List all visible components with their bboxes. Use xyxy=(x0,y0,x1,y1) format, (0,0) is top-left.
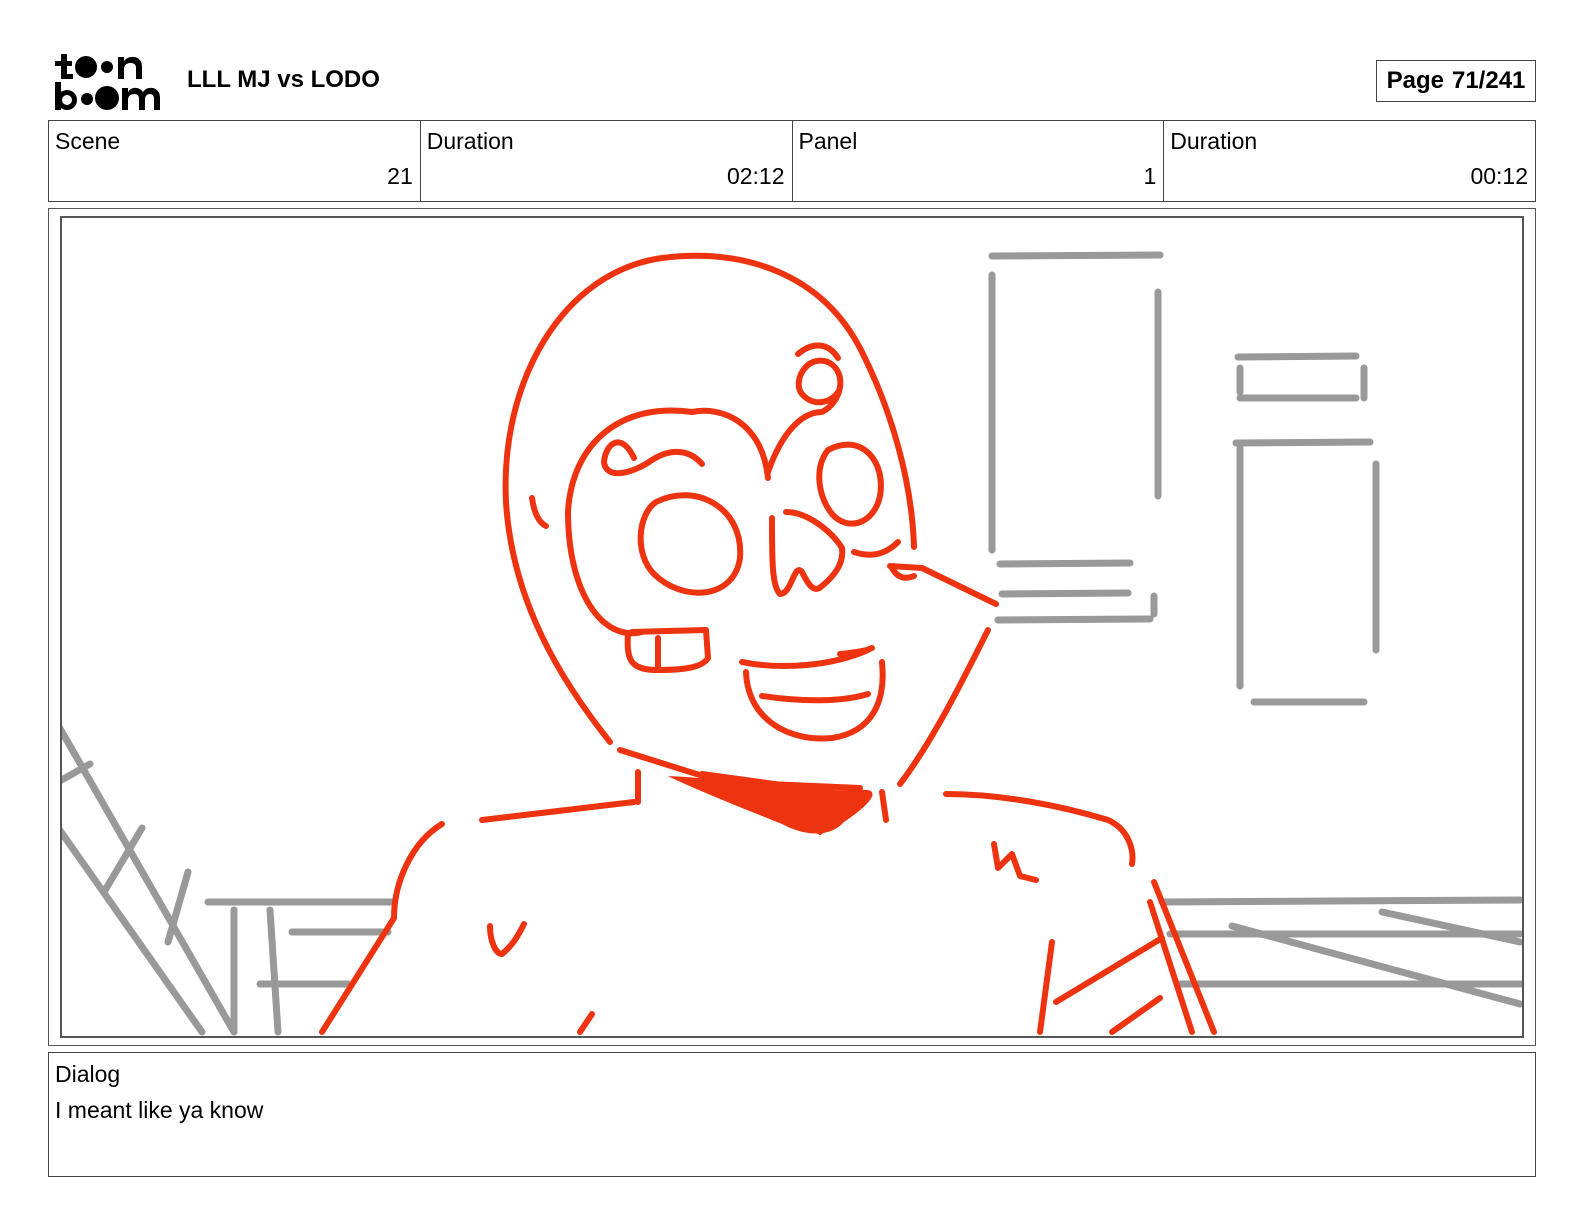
panel-duration-value: 00:12 xyxy=(1470,163,1528,189)
page-label: Page xyxy=(1386,67,1444,94)
scene-cell: Scene 21 xyxy=(49,121,421,201)
panel-cell: Panel 1 xyxy=(793,121,1165,201)
panel-duration-label: Duration xyxy=(1170,128,1258,154)
panel-label: Panel xyxy=(798,128,858,154)
scene-label: Scene xyxy=(55,128,121,154)
scene-duration-cell: Duration 02:12 xyxy=(421,121,793,201)
toon-boom-logo xyxy=(52,52,164,112)
storyboard-sketch xyxy=(62,251,1522,1036)
dialog-label: Dialog xyxy=(55,1061,121,1087)
scene-duration-value: 02:12 xyxy=(726,163,785,189)
character-sketch xyxy=(319,252,1217,1035)
scene-duration-label: Duration xyxy=(426,128,514,154)
dialog-text: I meant like ya know xyxy=(55,1097,264,1123)
page-indicator: Page 71/241 xyxy=(1376,60,1536,102)
project-title: LLL MJ vs LODO xyxy=(187,66,380,93)
page-number: 71/241 xyxy=(1451,67,1526,94)
scene-value: 21 xyxy=(387,163,413,189)
panel-duration-cell: Duration 00:12 xyxy=(1164,121,1535,201)
dialog-box: Dialog I meant like ya know xyxy=(48,1052,1536,1177)
background-sketch xyxy=(62,251,1522,1036)
storyboard-panel xyxy=(60,216,1524,1038)
panel-info-table: Scene 21 Duration 02:12 Panel 1 Duration… xyxy=(48,120,1536,202)
panel-value: 1 xyxy=(1143,163,1157,189)
